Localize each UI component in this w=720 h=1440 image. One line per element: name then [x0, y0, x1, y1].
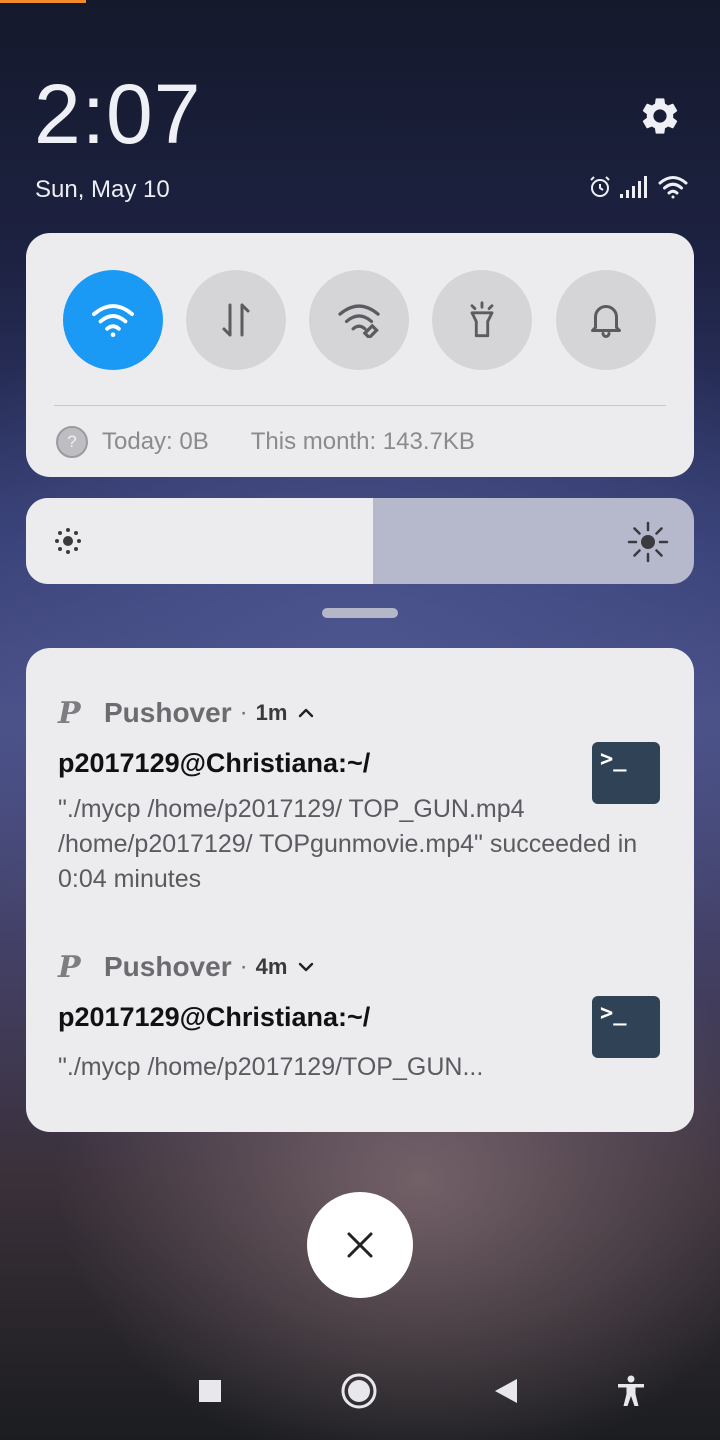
pushover-logo: P — [58, 695, 81, 731]
app-name: Pushover — [104, 697, 232, 728]
mobile-data-toggle[interactable] — [186, 270, 286, 370]
chevron-up-icon[interactable] — [297, 704, 315, 722]
notification-title: p2017129@Christiana:~/ — [58, 748, 371, 778]
flashlight-toggle[interactable] — [432, 270, 532, 370]
data-today: Today: 0B — [102, 428, 209, 455]
circle-icon — [341, 1373, 377, 1409]
wifi-icon — [92, 304, 134, 338]
hotspot-icon — [338, 304, 380, 338]
data-usage[interactable]: ? Today: 0B This month: 143.7KB — [56, 425, 475, 459]
signal-icon — [620, 175, 650, 203]
brightness-low-icon — [55, 528, 81, 554]
status-icons — [588, 175, 688, 204]
clock: 2:07 — [34, 67, 202, 161]
ringer-toggle[interactable] — [556, 270, 656, 370]
recents-button[interactable] — [185, 1366, 235, 1416]
divider — [54, 405, 666, 406]
date: Sun, May 10 — [35, 176, 170, 203]
brightness-high-icon — [627, 521, 669, 563]
timestamp: 1m — [255, 700, 288, 725]
notification-header: P Pushover · 1m — [58, 695, 315, 731]
quick-settings-panel: ? Today: 0B This month: 143.7KB — [26, 233, 694, 477]
notification-title: p2017129@Christiana:~/ — [58, 1002, 371, 1032]
notification-body: "./mycp /home/p2017129/ TOP_GUN.mp4 /hom… — [58, 795, 638, 893]
home-button[interactable] — [334, 1366, 384, 1416]
brightness-slider[interactable] — [26, 498, 694, 584]
separator: · — [239, 699, 248, 726]
alarm-icon — [588, 175, 612, 204]
flashlight-icon — [470, 301, 494, 338]
bell-icon — [591, 305, 621, 338]
wifi-icon — [658, 175, 688, 204]
chevron-down-icon[interactable] — [297, 958, 315, 976]
terminal-icon: >_ — [592, 996, 660, 1058]
notification-header: P Pushover · 4m — [58, 949, 315, 985]
help-icon: ? — [56, 426, 88, 458]
triangle-back-icon — [495, 1379, 517, 1403]
notification-panel: P Pushover · 1m p2017129@Christiana:~/ "… — [26, 648, 694, 1132]
notification-body: "./mycp /home/p2017129/TOP_GUN... — [58, 1053, 484, 1081]
wifi-toggle[interactable] — [63, 270, 163, 370]
square-icon — [199, 1380, 221, 1402]
pushover-logo: P — [58, 949, 81, 985]
close-icon — [347, 1232, 373, 1258]
accessibility-icon — [618, 1375, 644, 1406]
data-month: This month: 143.7KB — [250, 428, 475, 455]
app-name: Pushover — [104, 951, 232, 982]
hotspot-toggle[interactable] — [309, 270, 409, 370]
timestamp: 4m — [255, 954, 288, 979]
separator: · — [239, 953, 248, 980]
terminal-icon: >_ — [592, 742, 660, 804]
top-accent-line — [0, 0, 86, 3]
accessibility-button[interactable] — [606, 1366, 656, 1416]
gear-icon[interactable] — [638, 94, 682, 138]
clear-all-button[interactable] — [307, 1192, 413, 1298]
back-button[interactable] — [481, 1366, 531, 1416]
drag-handle[interactable] — [322, 608, 398, 618]
data-transfer-icon — [222, 303, 250, 337]
